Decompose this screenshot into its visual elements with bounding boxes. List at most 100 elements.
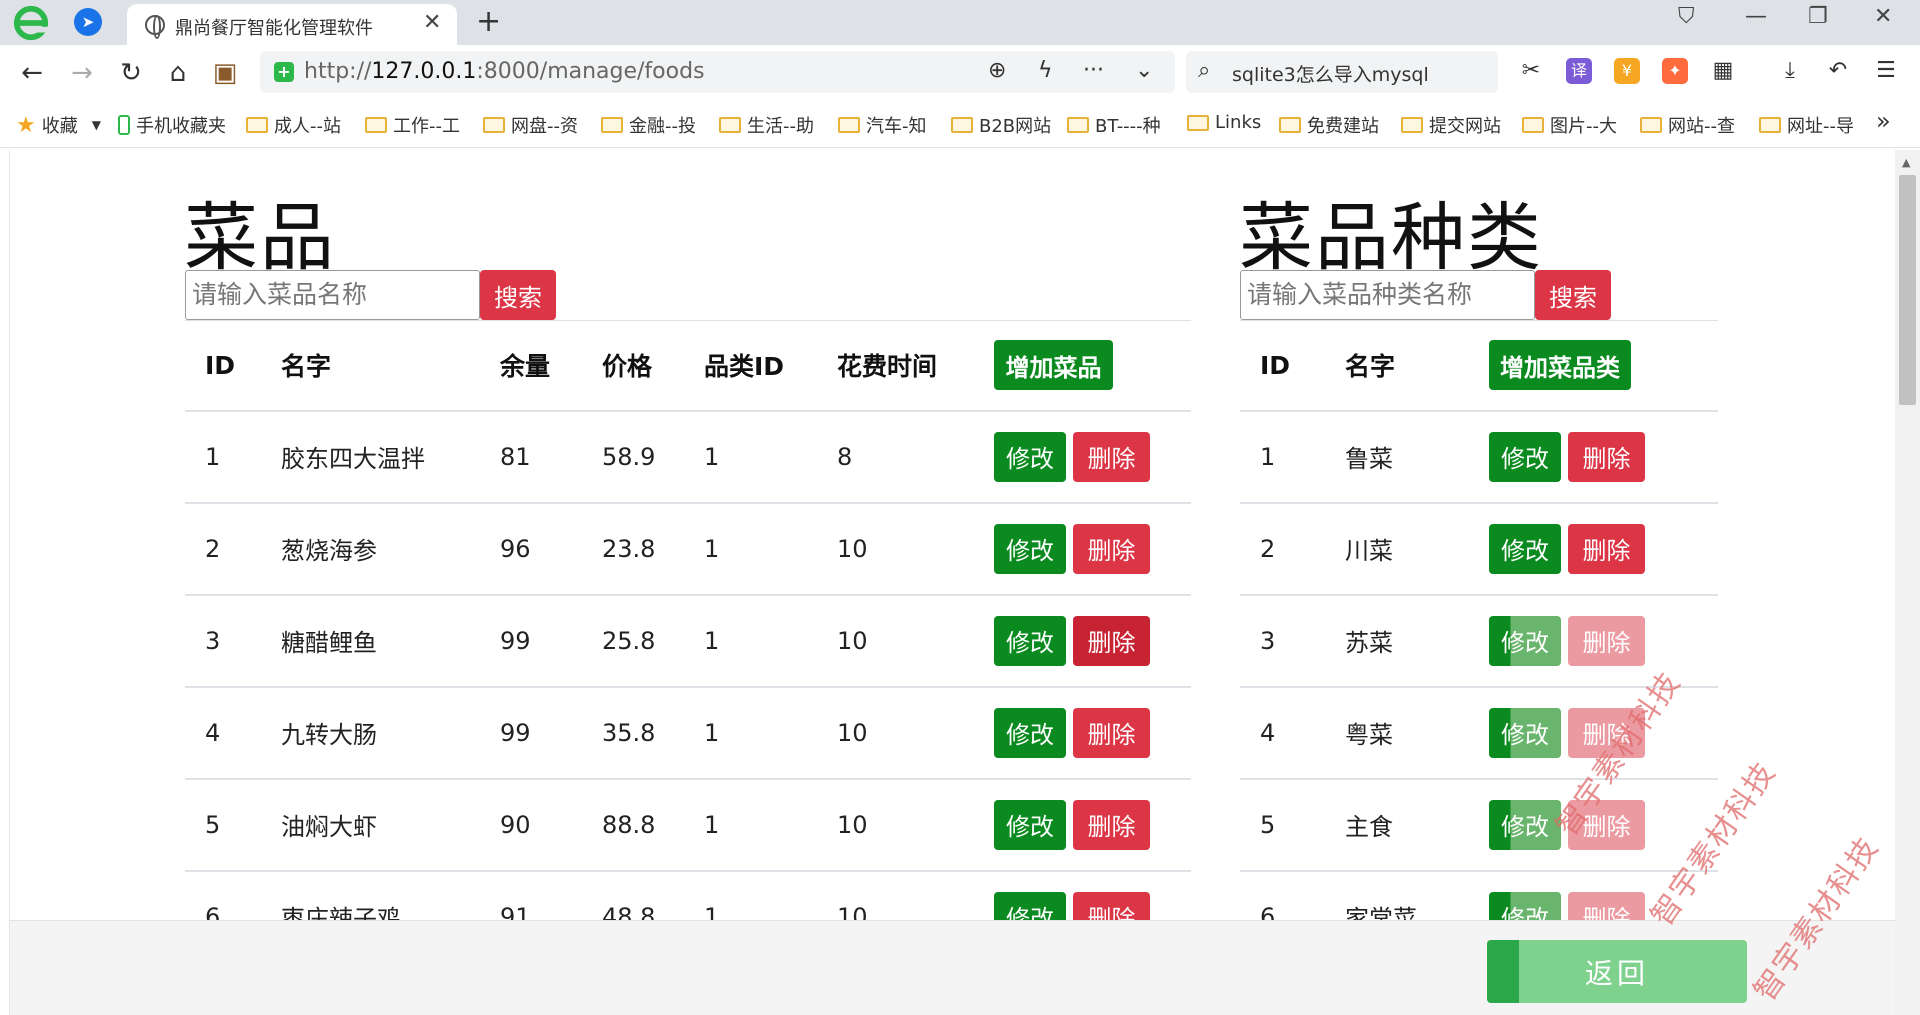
more-bookmarks-button[interactable]: » — [1876, 107, 1891, 135]
bookmark-folder[interactable]: 免费建站 — [1279, 112, 1379, 138]
scissors-icon[interactable]: ✂ — [1518, 58, 1544, 84]
dropdown-arrow-icon[interactable]: ▼ — [92, 118, 101, 132]
restore-button[interactable]: ❐ — [1808, 4, 1828, 29]
new-tab-button[interactable]: + — [476, 4, 501, 39]
bookmark-folder[interactable]: 生活--助 — [719, 112, 814, 138]
forward-arrow-icon[interactable]: → — [64, 55, 100, 91]
chevron-down-icon[interactable]: ⌄ — [1135, 58, 1153, 83]
foods-search-input[interactable]: 请输入菜品名称 — [185, 270, 480, 320]
cell-category-id: 1 — [684, 778, 817, 872]
reload-icon[interactable]: ↻ — [113, 55, 149, 91]
translate-icon[interactable]: 译 — [1566, 58, 1592, 84]
secure-shield-icon: + — [274, 62, 294, 82]
bookmark-folder[interactable]: 汽车-知 — [838, 112, 927, 138]
close-tab-icon[interactable]: ✕ — [423, 10, 441, 35]
delete-food-button[interactable]: 删除 — [1073, 891, 1150, 920]
cell-price: 23.8 — [582, 502, 684, 596]
bookmark-folder[interactable]: BT----种 — [1067, 112, 1161, 138]
delete-category-button[interactable]: 删除 — [1568, 431, 1645, 482]
delete-category-button[interactable]: 删除 — [1568, 615, 1645, 666]
folder-icon — [246, 117, 268, 133]
bookmark-folder[interactable]: 金融--投 — [601, 112, 696, 138]
bookmark-folder[interactable]: 网盘--资 — [483, 112, 578, 138]
edit-category-button[interactable]: 修改 — [1489, 523, 1561, 574]
bookmark-folder[interactable]: 图片--大 — [1522, 112, 1617, 138]
bookmark-favorites[interactable]: ★ 收藏 ▼ — [16, 112, 101, 138]
undo-icon[interactable]: ↶ — [1825, 58, 1851, 84]
edit-category-button[interactable]: 修改 — [1489, 615, 1561, 666]
bookmark-folder[interactable]: Links — [1187, 112, 1261, 133]
edit-food-button[interactable]: 修改 — [994, 707, 1066, 758]
cell-stock: 99 — [480, 594, 582, 688]
cell-actions: 修改 删除 — [979, 594, 1191, 688]
cell-name: 油焖大虾 — [261, 778, 480, 872]
cell-price: 88.8 — [582, 778, 684, 872]
minimize-button[interactable]: — — [1745, 4, 1767, 29]
game-controller-icon[interactable]: ✦ — [1662, 58, 1688, 84]
download-icon[interactable]: ⤓ — [1777, 58, 1803, 84]
vertical-scrollbar[interactable]: ▲ — [1895, 150, 1920, 1015]
back-arrow-icon[interactable]: ← — [14, 55, 50, 91]
cell-category-id: 1 — [684, 410, 817, 504]
delete-food-button[interactable]: 删除 — [1073, 799, 1150, 850]
cell-id: 6 — [185, 870, 261, 920]
cell-price: 58.9 — [582, 410, 684, 504]
bookmark-folder[interactable]: B2B网站 — [951, 112, 1051, 138]
browser-tab-active[interactable]: 鼎尚餐厅智能化管理软件 ✕ — [127, 4, 457, 45]
apps-grid-icon[interactable]: ▦ — [1710, 58, 1736, 84]
yuan-shield-icon[interactable]: ¥ — [1614, 58, 1640, 84]
url-text[interactable]: http://127.0.0.1:8000/manage/foods — [304, 59, 705, 84]
search-box-text[interactable]: sqlite3怎么导入mysql — [1232, 60, 1429, 87]
menu-icon[interactable]: ☰ — [1873, 58, 1899, 84]
edit-food-button[interactable]: 修改 — [994, 431, 1066, 482]
edit-food-button[interactable]: 修改 — [994, 615, 1066, 666]
bookmark-mobile[interactable]: 手机收藏夹 — [118, 112, 226, 138]
more-dots-icon[interactable]: ··· — [1083, 58, 1104, 83]
edit-category-button[interactable]: 修改 — [1489, 891, 1561, 920]
bookmark-folder[interactable]: 提交网站 — [1401, 112, 1501, 138]
scroll-up-arrow-icon[interactable]: ▲ — [1902, 156, 1910, 169]
search-box[interactable]: ⌕ sqlite3怎么导入mysql — [1186, 51, 1498, 93]
briefcase-icon[interactable]: ▣ — [207, 55, 243, 91]
delete-category-button[interactable]: 删除 — [1568, 891, 1645, 920]
bookmark-folder[interactable]: 网站--查 — [1640, 112, 1735, 138]
cell-category-id: 1 — [684, 870, 817, 920]
edit-food-button[interactable]: 修改 — [994, 799, 1066, 850]
column-header-category-id: 品类ID — [684, 320, 817, 412]
delete-food-button[interactable]: 删除 — [1073, 523, 1150, 574]
delete-food-button[interactable]: 删除 — [1073, 707, 1150, 758]
address-bar[interactable]: + http://127.0.0.1:8000/manage/foods ⊕ ϟ… — [260, 51, 1175, 93]
edit-food-button[interactable]: 修改 — [994, 891, 1066, 920]
cell-price: 48.8 — [582, 870, 684, 920]
shirt-skin-icon[interactable]: ⛉ — [1678, 4, 1695, 29]
edit-category-button[interactable]: 修改 — [1489, 431, 1561, 482]
bookmark-folder[interactable]: 网址--导 — [1759, 112, 1854, 138]
delete-category-button[interactable]: 删除 — [1568, 523, 1645, 574]
food-row: 1 胶东四大温拌 81 58.9 1 8 修改 删除 — [185, 410, 1191, 504]
bookmark-folder[interactable]: 成人--站 — [246, 112, 341, 138]
lightning-icon[interactable]: ϟ — [1038, 58, 1053, 83]
cell-time: 10 — [817, 594, 979, 688]
categories-search-button[interactable]: 搜索 — [1535, 270, 1611, 320]
foods-search-button[interactable]: 搜索 — [480, 270, 556, 320]
edit-food-button[interactable]: 修改 — [994, 523, 1066, 574]
add-category-button[interactable]: 增加菜品类 — [1489, 340, 1631, 391]
delete-food-button[interactable]: 删除 — [1073, 615, 1150, 666]
cell-name: 粤菜 — [1325, 686, 1474, 780]
browser-logo-icon — [12, 4, 50, 42]
edit-category-button[interactable]: 修改 — [1489, 707, 1561, 758]
back-button[interactable]: 返回 — [1487, 940, 1747, 1003]
delete-food-button[interactable]: 删除 — [1073, 431, 1150, 482]
scrollbar-thumb[interactable] — [1899, 175, 1916, 405]
folder-icon — [1067, 117, 1089, 133]
cell-category-id: 1 — [684, 686, 817, 780]
close-window-button[interactable]: ✕ — [1874, 4, 1892, 29]
star-icon: ★ — [16, 112, 36, 138]
zoom-icon[interactable]: ⊕ — [988, 58, 1006, 83]
bookmark-folder[interactable]: 工作--工 — [365, 112, 460, 138]
home-icon[interactable]: ⌂ — [160, 55, 196, 91]
folder-icon — [951, 117, 973, 133]
categories-search-input[interactable]: 请输入菜品种类名称 — [1240, 270, 1535, 320]
pinned-tab-icon[interactable]: ➤ — [74, 8, 102, 36]
add-food-button[interactable]: 增加菜品 — [994, 340, 1113, 391]
